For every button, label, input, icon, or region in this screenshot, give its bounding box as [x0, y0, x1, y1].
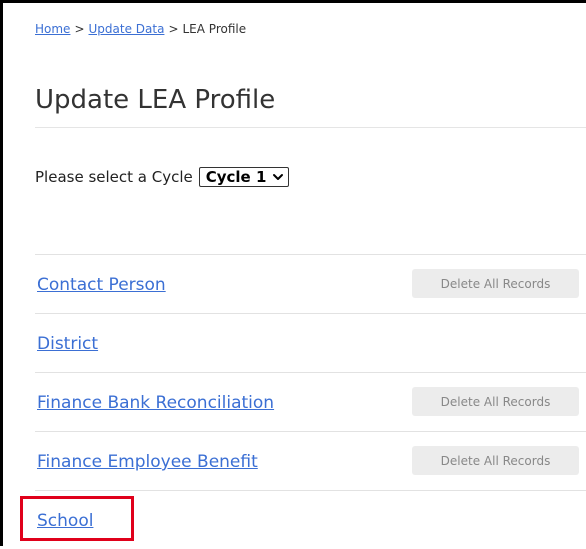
finance-employee-benefit-link[interactable]: Finance Employee Benefit [37, 452, 258, 472]
title-divider [35, 127, 586, 128]
page-frame: Home > Update Data > LEA Profile Update LEA … [0, 0, 586, 546]
cycle-selector-row: Please select a Cycle Cycle 1 [35, 167, 290, 187]
delete-all-records-button[interactable]: Delete All Records [412, 446, 579, 475]
record-row-finance-bank-reconciliation: Finance Bank Reconciliation Delete All R… [35, 372, 586, 431]
school-link[interactable]: School [37, 511, 93, 531]
cycle-label: Please select a Cycle [35, 168, 193, 186]
breadcrumb-home-link[interactable]: Home [35, 22, 70, 36]
chevron-down-icon [273, 174, 284, 180]
delete-all-records-button[interactable]: Delete All Records [412, 387, 579, 416]
breadcrumb-separator: > [168, 22, 179, 36]
cycle-selected-value: Cycle 1 [205, 168, 267, 186]
breadcrumb-current: LEA Profile [182, 22, 247, 36]
breadcrumb-separator: > [74, 22, 85, 36]
breadcrumb: Home > Update Data > LEA Profile [35, 22, 246, 36]
delete-all-records-button[interactable]: Delete All Records [412, 269, 579, 298]
record-row-school: School [35, 490, 586, 549]
page-title: Update LEA Profile [35, 85, 276, 115]
cycle-select[interactable]: Cycle 1 [198, 167, 290, 187]
record-row-finance-employee-benefit: Finance Employee Benefit Delete All Reco… [35, 431, 586, 490]
record-row-contact-person: Contact Person Delete All Records [35, 254, 586, 313]
contact-person-link[interactable]: Contact Person [37, 275, 166, 295]
record-row-district: District [35, 313, 586, 372]
breadcrumb-update-data-link[interactable]: Update Data [89, 22, 165, 36]
finance-bank-reconciliation-link[interactable]: Finance Bank Reconciliation [37, 393, 274, 413]
district-link[interactable]: District [37, 334, 98, 354]
record-list: Contact Person Delete All Records Distri… [35, 254, 586, 549]
